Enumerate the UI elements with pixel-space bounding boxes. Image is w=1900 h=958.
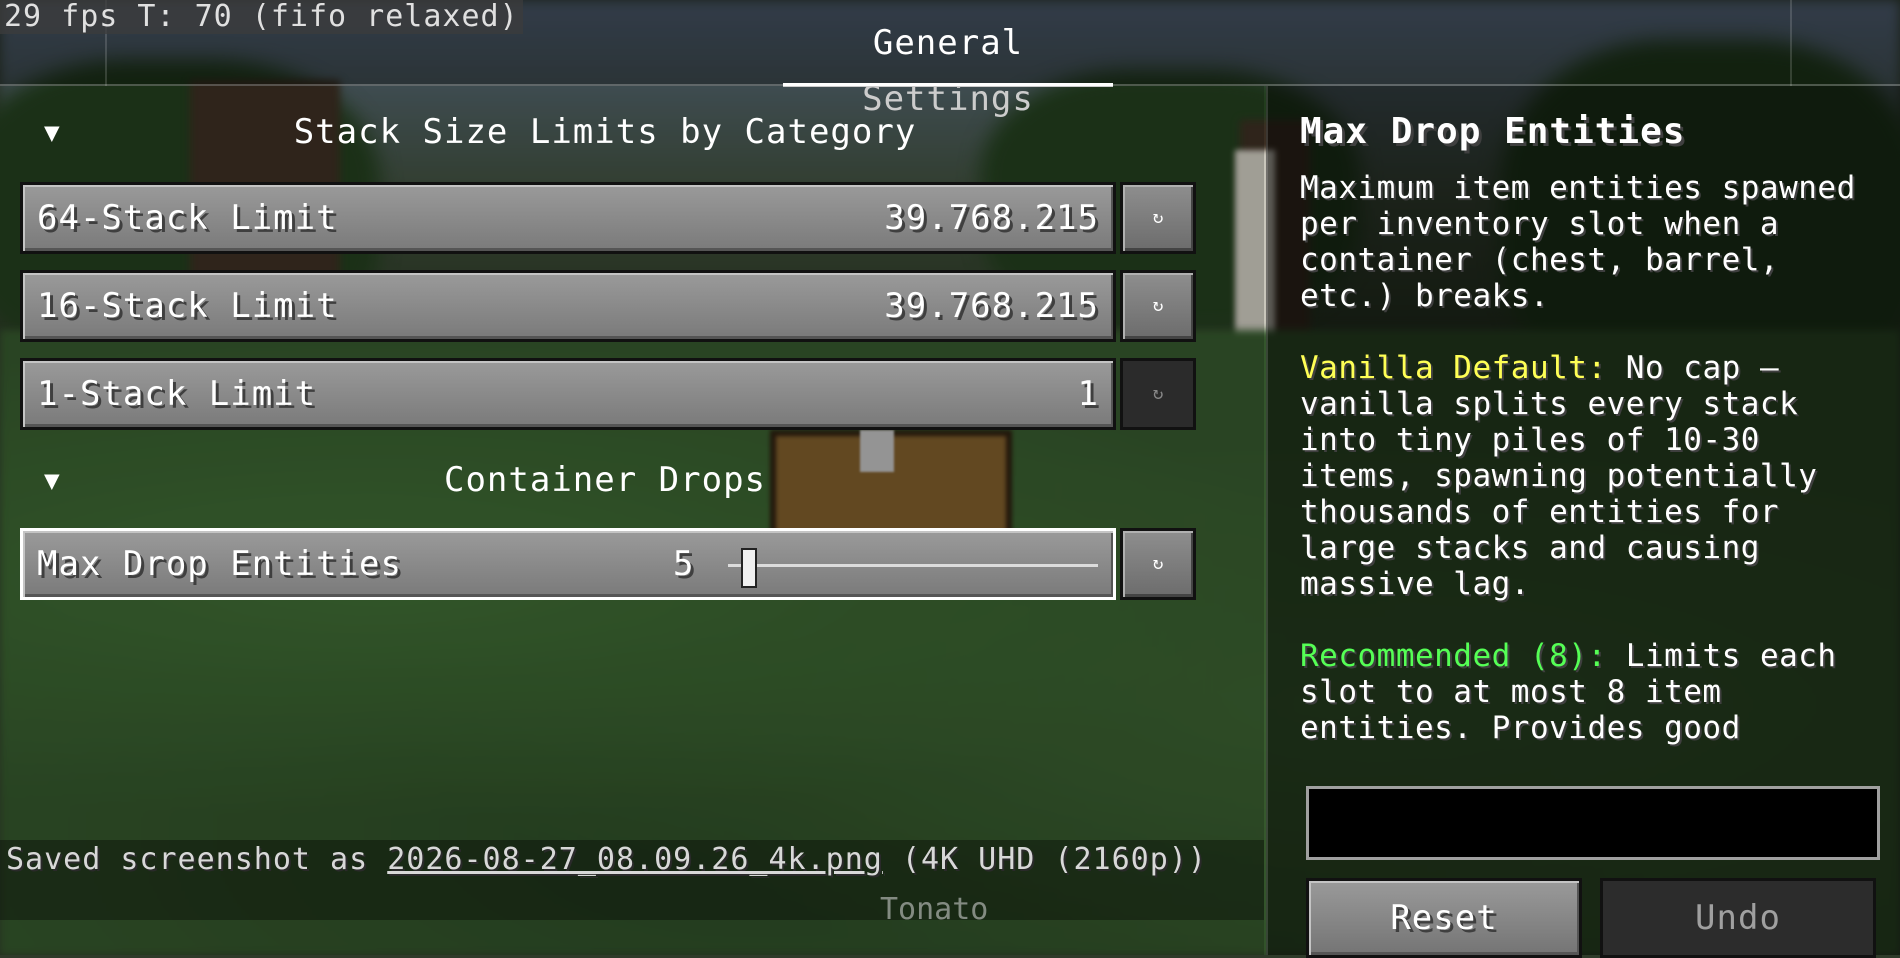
setting-field[interactable]: 16-Stack Limit 39.768.215 [20, 270, 1116, 342]
description-title: Max Drop Entities [1300, 111, 1686, 152]
setting-label: 64-Stack Limit [37, 198, 338, 238]
vanilla-default-label: Vanilla Default: [1300, 350, 1607, 386]
reset-button[interactable]: Reset [1306, 878, 1582, 958]
fps-counter: 29 fps T: 70 (fifo relaxed) [0, 0, 523, 34]
description-body: Maximum item entities spawned per invent… [1300, 170, 1856, 314]
recommended-label: Recommended (8): [1300, 638, 1607, 674]
chat-suffix: (4K UHD (2160p)) [901, 842, 1207, 877]
undo-button: Undo [1600, 878, 1876, 958]
reset-icon[interactable]: ↻ [1120, 182, 1196, 254]
reset-icon[interactable]: ↻ [1120, 528, 1196, 600]
value-input[interactable] [1306, 786, 1880, 860]
recommended-paragraph: Recommended (8): Limits each slot to at … [1300, 638, 1890, 746]
tab-general-settings[interactable]: General Settings [780, 15, 1116, 119]
section-title: Container Drops [443, 460, 767, 500]
setting-label: 1-Stack Limit [37, 374, 317, 414]
slider-value: 5 [673, 544, 694, 584]
header-divider [1790, 0, 1792, 86]
setting-row-16-stack-limit: 16-Stack Limit 39.768.215 ↻ [20, 270, 1196, 342]
setting-label: Max Drop Entities [37, 544, 402, 584]
reset-icon: ↻ [1120, 358, 1196, 430]
chat-message: Saved screenshot as 2026-08-27_08.09.26_… [6, 842, 1256, 878]
setting-value: 1 [1077, 374, 1099, 414]
overlay-text: Tonato [880, 892, 989, 927]
setting-row-1-stack-limit: 1-Stack Limit 1 ↻ [20, 358, 1196, 430]
setting-field[interactable]: 1-Stack Limit 1 [20, 358, 1116, 430]
slider-track[interactable] [728, 564, 1098, 567]
section-title: Stack Size Limits by Category [293, 112, 917, 152]
setting-value: 39.768.215 [884, 286, 1099, 326]
slider-field[interactable]: Max Drop Entities 5 [20, 528, 1116, 600]
section-header-stack-limits[interactable]: ▼ Stack Size Limits by Category [0, 104, 1210, 164]
setting-field[interactable]: 64-Stack Limit 39.768.215 [20, 182, 1116, 254]
setting-row-64-stack-limit: 64-Stack Limit 39.768.215 ↻ [20, 182, 1196, 254]
setting-label: 16-Stack Limit [37, 286, 338, 326]
slider-handle[interactable] [740, 548, 757, 588]
setting-row-max-drop-entities: Max Drop Entities 5 ↻ [20, 528, 1196, 600]
screenshot-file-link[interactable]: 2026-08-27_08.09.26_4k.png [387, 842, 883, 877]
section-header-container-drops[interactable]: ▼ Container Drops [0, 452, 1210, 512]
vanilla-default-paragraph: Vanilla Default: No cap — vanilla splits… [1300, 350, 1890, 602]
description-text: Maximum item entities spawned per invent… [1300, 170, 1890, 782]
setting-value: 39.768.215 [884, 198, 1099, 238]
vanilla-default-text: No cap — vanilla splits every stack into… [1300, 350, 1818, 602]
reset-icon[interactable]: ↻ [1120, 270, 1196, 342]
chat-prefix: Saved screenshot as [6, 842, 369, 877]
